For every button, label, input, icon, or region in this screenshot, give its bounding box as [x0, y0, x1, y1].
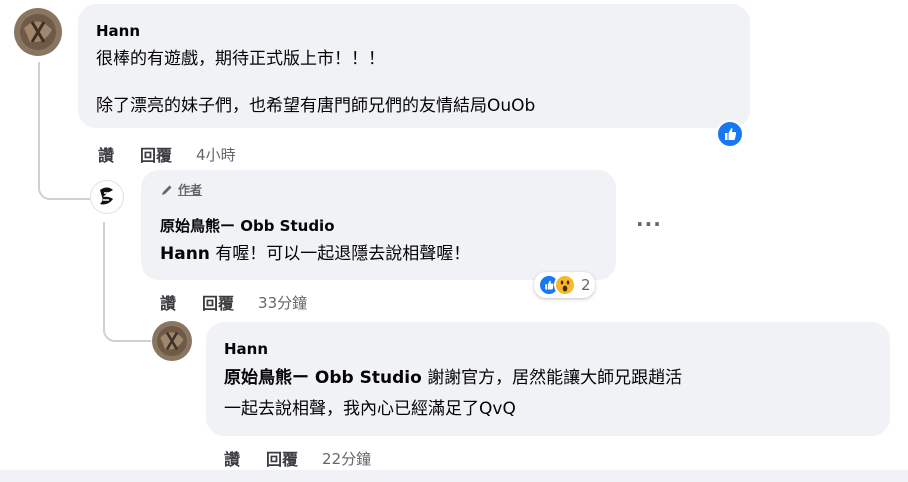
- avatar-obb-studio[interactable]: [90, 180, 124, 214]
- comment-actions: 讚 回覆 22分鐘: [224, 446, 371, 470]
- thumbs-up-icon[interactable]: [716, 120, 744, 148]
- more-options-icon[interactable]: ···: [636, 212, 662, 236]
- comment-text: 一起去說相聲，我內心已經滿足了QvQ: [224, 399, 516, 419]
- page-bottom-divider: [0, 470, 908, 482]
- obb-logo-icon: [100, 187, 113, 205]
- comment-author[interactable]: Hann: [224, 340, 268, 358]
- mention-link[interactable]: 原始鳥熊ー Obb Studio: [224, 368, 422, 388]
- comment-text-line: 除了漂亮的妹子們，也希望有唐門師兄們的友情結局OuOb: [96, 96, 536, 116]
- comment-actions: 讚 回覆 4小時: [98, 142, 236, 166]
- comment-author[interactable]: 原始鳥熊ー Obb Studio: [160, 215, 335, 236]
- reply-button[interactable]: 回覆: [266, 446, 298, 470]
- comment-actions: 讚 回覆 33分鐘: [160, 290, 307, 314]
- avatar-image: [14, 8, 62, 56]
- comment-timestamp[interactable]: 33分鐘: [258, 292, 307, 313]
- avatar-hann[interactable]: [152, 321, 192, 361]
- reply-button[interactable]: 回覆: [202, 290, 234, 314]
- reaction-count: 2: [581, 276, 591, 294]
- comment-author[interactable]: Hann: [96, 22, 140, 40]
- reply-button[interactable]: 回覆: [140, 142, 172, 166]
- comment-text-line: 很棒的有遊戲，期待正式版上市！！！: [96, 49, 385, 69]
- comment-text: 原始鳥熊ー Obb Studio 謝謝官方，居然能讓大師兄跟趙活: [224, 367, 682, 389]
- comment-timestamp[interactable]: 22分鐘: [322, 448, 371, 469]
- comment-timestamp[interactable]: 4小時: [196, 144, 236, 165]
- author-badge: 作者: [160, 181, 202, 198]
- reaction-summary[interactable]: 2: [534, 272, 595, 298]
- comment-thread: Hann 很棒的有遊戲，期待正式版上市！！！ 除了漂亮的妹子們，也希望有唐門師兄…: [0, 0, 908, 482]
- comment-text: Hann 有喔！可以一起退隱去說相聲喔！: [160, 243, 470, 265]
- author-badge-label: 作者: [178, 183, 203, 197]
- avatar-image: [152, 321, 192, 361]
- pencil-icon: [162, 185, 172, 195]
- comment-text-body: 有喔！可以一起退隱去說相聲喔！: [215, 244, 471, 264]
- like-button[interactable]: 讚: [160, 290, 176, 314]
- mention-link[interactable]: Hann: [160, 244, 210, 264]
- comment-text-body: 謝謝官方，居然能讓大師兄跟趙活: [427, 368, 683, 388]
- like-button[interactable]: 讚: [224, 446, 240, 470]
- like-button[interactable]: 讚: [98, 142, 114, 166]
- wow-face-icon: [554, 274, 576, 296]
- avatar-hann[interactable]: [14, 8, 62, 56]
